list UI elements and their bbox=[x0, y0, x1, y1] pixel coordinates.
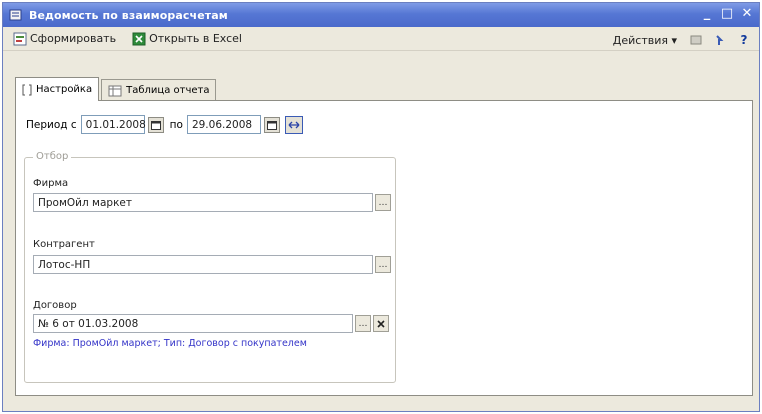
tab-strip: Настройка Таблица отчета bbox=[15, 77, 218, 101]
open-excel-button[interactable]: Открыть в Excel bbox=[128, 29, 246, 49]
firm-label: Фирма bbox=[33, 178, 69, 189]
maximize-button[interactable]: □ bbox=[719, 6, 735, 22]
toolbar: Сформировать Открыть в Excel Действия ▾ … bbox=[3, 27, 759, 51]
contract-field[interactable]: № 6 от 01.03.2008 bbox=[33, 314, 353, 333]
generate-icon bbox=[13, 32, 27, 45]
period-to-label: по bbox=[169, 118, 183, 131]
counterparty-field[interactable]: Лотос-НП bbox=[33, 255, 373, 274]
generate-label: Сформировать bbox=[30, 32, 117, 45]
settings-icon[interactable] bbox=[687, 31, 705, 49]
contract-label: Договор bbox=[33, 300, 77, 311]
tab-settings-label: Настройка bbox=[36, 84, 93, 95]
settings-tab-icon bbox=[22, 84, 32, 95]
period-to-input[interactable]: 29.06.2008 bbox=[186, 115, 261, 134]
generate-button[interactable]: Сформировать bbox=[9, 29, 120, 49]
window-title: Ведомость по взаиморасчетам bbox=[29, 8, 228, 22]
close-button[interactable]: ✕ bbox=[739, 6, 755, 22]
toolbar-right: Действия ▾ ? bbox=[609, 30, 753, 50]
contract-clear-button[interactable] bbox=[373, 315, 389, 332]
period-select-button[interactable] bbox=[284, 115, 303, 134]
clear-icon bbox=[377, 319, 385, 328]
window-controls: _ □ ✕ bbox=[699, 6, 755, 22]
double-arrow-icon bbox=[288, 121, 300, 128]
filter-groupbox: Отбор Фирма ПромОйл маркет … Контрагент … bbox=[24, 151, 396, 383]
contract-select-button[interactable]: … bbox=[355, 315, 371, 332]
firm-field[interactable]: ПромОйл маркет bbox=[33, 193, 373, 212]
filter-legend: Отбор bbox=[33, 151, 72, 162]
actions-menu-button[interactable]: Действия ▾ bbox=[609, 30, 681, 50]
period-from-input[interactable]: 01.01.2008 bbox=[80, 115, 146, 134]
period-row: Период с 01.01.2008 по 29.06.2008 bbox=[26, 115, 303, 134]
calendar-icon bbox=[150, 120, 161, 130]
counterparty-select-button[interactable]: … bbox=[375, 256, 391, 273]
excel-icon bbox=[132, 32, 146, 45]
report-window: Ведомость по взаиморасчетам _ □ ✕ Сформи… bbox=[2, 2, 760, 412]
tab-report-table[interactable]: Таблица отчета bbox=[101, 79, 217, 101]
table-icon bbox=[108, 85, 122, 96]
calendar-from-button[interactable] bbox=[147, 116, 164, 133]
calendar-icon bbox=[266, 120, 277, 130]
settings-panel: Период с 01.01.2008 по 29.06.2008 Отбор … bbox=[15, 100, 753, 396]
report-icon bbox=[9, 9, 22, 21]
contract-note: Фирма: ПромОйл маркет; Тип: Договор с по… bbox=[33, 338, 307, 349]
help-button[interactable]: ? bbox=[735, 31, 753, 49]
minimize-button[interactable]: _ bbox=[699, 6, 715, 22]
tab-report-table-label: Таблица отчета bbox=[126, 85, 210, 96]
firm-select-button[interactable]: … bbox=[375, 194, 391, 211]
period-from-label: Период с bbox=[26, 118, 77, 131]
calendar-to-button[interactable] bbox=[263, 116, 280, 133]
tab-settings[interactable]: Настройка bbox=[15, 77, 100, 101]
title-bar[interactable]: Ведомость по взаиморасчетам _ □ ✕ bbox=[3, 3, 759, 27]
counterparty-label: Контрагент bbox=[33, 239, 95, 250]
excel-label: Открыть в Excel bbox=[149, 32, 242, 45]
arrow-icon[interactable] bbox=[711, 31, 729, 49]
